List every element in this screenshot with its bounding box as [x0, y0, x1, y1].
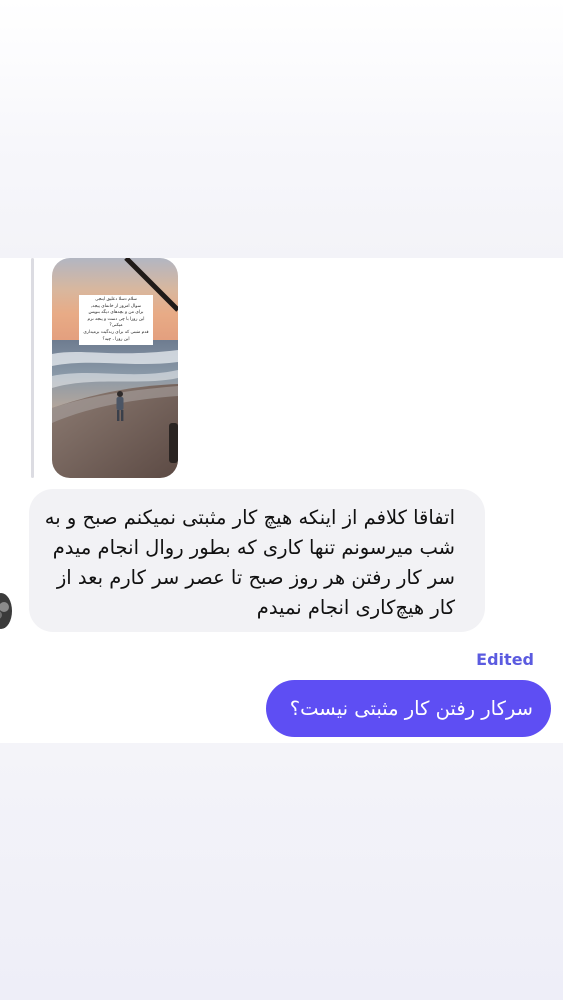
story-caption-line: برای من و بچه‌های دیگه بنویس	[88, 310, 144, 316]
beach-sunset-image	[52, 258, 178, 478]
story-caption-line: سلام دسلا دعلیق اینجی	[95, 297, 137, 302]
top-empty-area	[0, 0, 563, 258]
story-reply-indicator	[31, 258, 34, 478]
story-caption-line: میکنی?	[109, 323, 123, 329]
outgoing-message-text: سرکار رفتن کار مثبتی نیست؟	[289, 697, 533, 720]
outgoing-message-bubble[interactable]: سرکار رفتن کار مثبتی نیست؟	[266, 680, 551, 737]
edited-label: Edited	[476, 650, 534, 669]
bottom-empty-area	[0, 743, 563, 1000]
story-reply-thumbnail[interactable]: سلام دسلا دعلیق اینجی سوال امروز از خانم…	[52, 258, 178, 478]
story-caption-line: این روزا ، چیه؟	[102, 336, 130, 342]
incoming-message-text: اتفاقا کلافم از اینکه هیچ کار مثبتی نمیک…	[44, 506, 455, 619]
incoming-message-bubble[interactable]: اتفاقا کلافم از اینکه هیچ کار مثبتی نمیک…	[29, 489, 485, 632]
story-caption: سلام دسلا دعلیق اینجی سوال امروز از خانم…	[79, 295, 153, 346]
story-caption-line: قدم مثبتی که برای زندگیت برمیداری	[83, 329, 149, 335]
